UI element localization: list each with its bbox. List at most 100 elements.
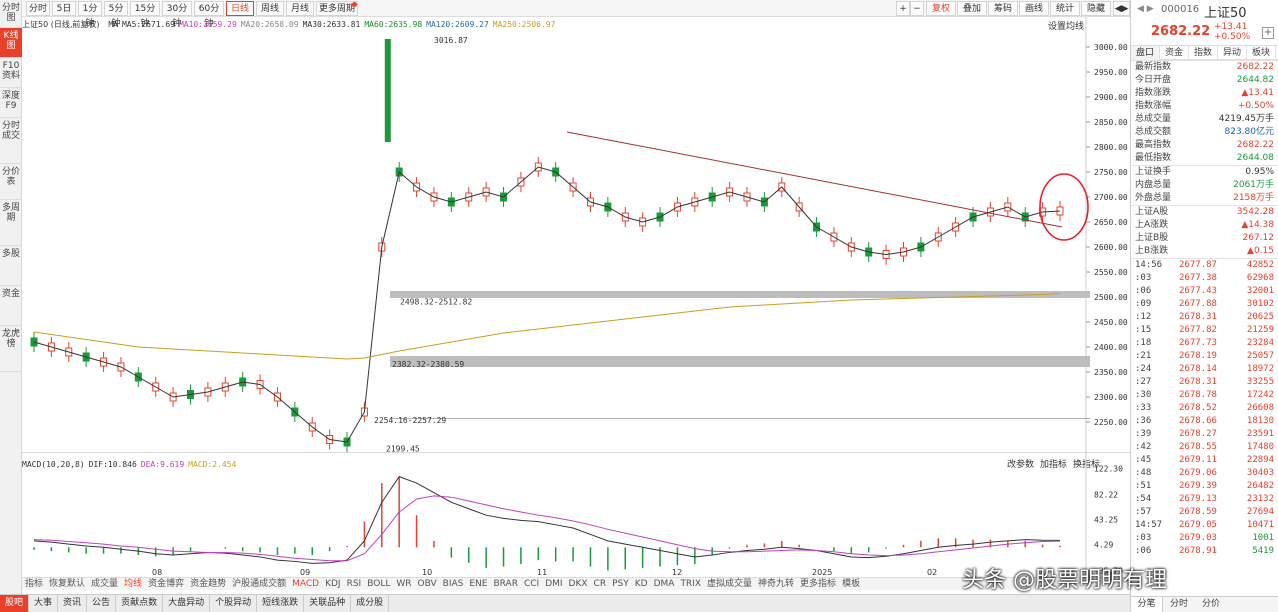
quote-tab[interactable]: 盘口 [1131, 46, 1160, 60]
period-button[interactable]: 5分钟 [104, 1, 128, 29]
indicator-tab[interactable]: 资金趋势 [187, 578, 229, 590]
period-button[interactable]: 60分钟 [194, 1, 224, 29]
period-button[interactable]: 周线 [256, 1, 284, 16]
period-button[interactable]: 日线 [226, 1, 254, 16]
left-nav-item[interactable]: 分价表 [0, 164, 22, 200]
left-nav-item[interactable]: 多股 [0, 246, 22, 286]
quote-tab[interactable]: 异动 [1218, 46, 1247, 60]
tick-price: 2679.13 [1179, 494, 1217, 504]
indicator-tab[interactable]: 恢复默认 [46, 578, 88, 590]
quote-bottom-tab[interactable]: 分价 [1195, 597, 1227, 612]
tool-button[interactable]: 统计 [1050, 1, 1080, 16]
tick-row: :06 2677.43 32001 [1131, 285, 1278, 298]
indicator-tab[interactable]: 神奇九转 [755, 578, 797, 590]
left-nav-item[interactable]: K线图 [0, 28, 22, 58]
tick-time: :09 [1135, 299, 1152, 309]
indicator-tab[interactable]: PSY [609, 578, 632, 590]
bottom-tab[interactable]: 资讯 [58, 595, 88, 612]
quote-tab[interactable]: 板块 [1247, 46, 1276, 60]
notify-dot-icon [352, 2, 357, 7]
tick-time: :06 [1135, 546, 1152, 556]
tick-volume: 27694 [1246, 507, 1274, 517]
indicator-tab[interactable]: DKX [566, 578, 591, 590]
kline-chart[interactable]: 3000.00 2950.00 2900.00 2850.00 2800.00 2750.… [22, 17, 1130, 453]
period-button[interactable]: 30分钟 [162, 1, 192, 29]
bottom-tab[interactable]: 个股异动 [210, 595, 258, 612]
bottom-tab[interactable]: 贡献点数 [116, 595, 164, 612]
tool-button[interactable]: 筹码 [988, 1, 1018, 16]
indicator-tab[interactable]: BRAR [490, 578, 520, 590]
quote-bottom-tab[interactable]: 分时 [1163, 597, 1195, 612]
indicator-tab[interactable]: 均线 [121, 578, 145, 590]
y-tick-label: 2550.00 [1094, 268, 1128, 277]
expand-arrows-icon[interactable]: ◀▶ [1113, 1, 1130, 16]
indicator-tab[interactable]: CCI [521, 578, 542, 590]
stat-row: 今日开盘 2644.82 [1131, 74, 1278, 87]
period-button[interactable]: 15分钟 [130, 1, 160, 29]
indicator-tab[interactable]: RSI [344, 578, 365, 590]
indicator-tab[interactable]: BOLL [364, 578, 393, 590]
indicator-tab[interactable]: KDJ [322, 578, 344, 590]
stat-label: 外盘总量 [1135, 193, 1172, 203]
chart-area[interactable]: 上证50 (日线,前复权) MA MA5:2671.69 MA10:2659.29 M… [22, 17, 1130, 577]
left-nav-item[interactable]: 多周期 [0, 200, 22, 246]
bottom-tab[interactable]: 大事 [29, 595, 59, 612]
period-button[interactable]: 月线 [286, 1, 314, 16]
quote-bottom-tab[interactable]: 分笔 [1131, 597, 1163, 612]
tick-price: 2678.66 [1179, 416, 1217, 426]
y-tick-label: 2850.00 [1094, 118, 1128, 127]
left-nav-item[interactable]: 龙虎榜 [0, 326, 22, 372]
tick-volume: 10471 [1246, 520, 1274, 530]
indicator-tab[interactable]: 更多指标 [797, 578, 839, 590]
tick-volume: 21259 [1246, 325, 1274, 335]
left-nav-item[interactable]: F10资料 [0, 58, 22, 88]
indicator-tab[interactable]: 成交量 [88, 578, 121, 590]
indicator-tab[interactable]: DMI [542, 578, 565, 590]
indicator-tab[interactable]: CR [591, 578, 610, 590]
nav-arrows-icon[interactable]: ◀ ▶ [1137, 4, 1154, 14]
indicator-tab[interactable]: 沪股通成交额 [229, 578, 289, 590]
tick-volume: 23591 [1246, 429, 1274, 439]
indicator-tab[interactable]: DMA [651, 578, 678, 590]
tick-time: :42 [1135, 442, 1152, 452]
tool-button[interactable]: 复权 [926, 1, 956, 16]
bottom-tab[interactable]: 公告 [87, 595, 117, 612]
indicator-tab[interactable]: 资金博弈 [145, 578, 187, 590]
indicator-tab[interactable]: 指标 [22, 578, 46, 590]
bottom-tab[interactable]: 股吧 [0, 595, 30, 612]
bottom-tab[interactable]: 成分股 [351, 595, 390, 612]
add-watch-icon[interactable]: + [1262, 27, 1274, 39]
indicator-tab[interactable]: 模板 [839, 578, 863, 590]
left-nav-item[interactable]: 分时图 [0, 0, 22, 28]
tick-list[interactable]: 14:56 2677.87 42852:03 2677.38 62968:06 2677.… [1131, 258, 1278, 558]
macd-chart[interactable]: 122.3082.2243.254.29-35.7908 09 10 11 12 2025… [22, 453, 1130, 577]
left-nav: 分时图 K线图 F10资料 深度F9 分时成交 分价表 多周期 多股 资金 龙虎榜 [0, 0, 22, 594]
quote-tab[interactable]: 指数 [1189, 46, 1218, 60]
quote-tab[interactable]: 资金 [1160, 46, 1189, 60]
tool-button[interactable]: 隐藏 [1081, 1, 1111, 16]
indicator-tab[interactable]: ENE [466, 578, 490, 590]
tool-button[interactable]: 画线 [1019, 1, 1049, 16]
bottom-tab[interactable]: 大盘异动 [163, 595, 211, 612]
tick-volume: 23284 [1246, 338, 1274, 348]
indicator-tab[interactable]: BIAS [440, 578, 467, 590]
left-nav-item[interactable]: 资金 [0, 286, 22, 326]
period-button[interactable]: 1分钟 [78, 1, 102, 29]
indicator-tab[interactable]: KD [632, 578, 651, 590]
indicator-tab[interactable]: OBV [415, 578, 440, 590]
indicator-tab[interactable]: TRIX [677, 578, 704, 590]
indicator-tab[interactable]: WR [393, 578, 414, 590]
tick-row: :12 2678.31 20625 [1131, 311, 1278, 324]
tool-button[interactable]: 叠加 [957, 1, 987, 16]
bottom-tab[interactable]: 关联品种 [304, 595, 352, 612]
zoom-in-icon[interactable]: + [896, 1, 910, 16]
left-nav-item[interactable]: 分时成交 [0, 118, 22, 164]
period-button[interactable]: 分时 [26, 1, 50, 16]
indicator-tab[interactable]: 虚拟成交量 [704, 578, 755, 590]
indicator-tab[interactable]: MACD [289, 578, 322, 590]
tick-price: 2678.91 [1179, 546, 1217, 556]
left-nav-item[interactable]: 深度F9 [0, 88, 22, 118]
bottom-tab[interactable]: 短线涨跌 [257, 595, 305, 612]
zoom-out-icon[interactable]: − [910, 1, 924, 16]
period-button[interactable]: 5日 [52, 1, 76, 16]
